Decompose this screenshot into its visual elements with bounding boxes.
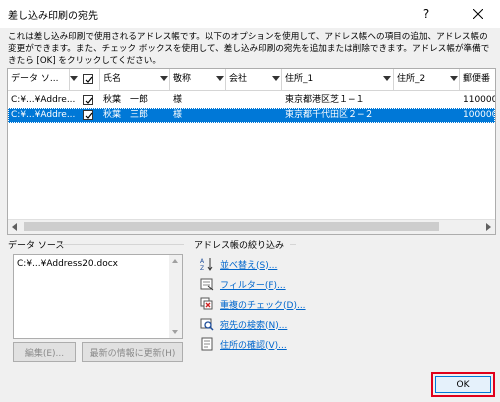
select-all-checkbox[interactable] <box>83 74 93 84</box>
scrollbar-thumb[interactable] <box>24 222 439 231</box>
cell-honorific: 様 <box>173 95 183 105</box>
cell-address1: 東京都港区芝１−１ <box>285 95 365 105</box>
edit-button[interactable]: 編集(E)... <box>13 342 76 362</box>
duplicates-link-row[interactable]: 重複のチェック(D)... <box>200 296 306 312</box>
chevron-down-icon[interactable] <box>70 76 78 81</box>
checkmark-icon <box>85 76 93 83</box>
search-icon <box>200 318 214 331</box>
cell-zip: 110000 <box>463 95 495 105</box>
table-row-selected[interactable]: C:¥...¥Addre... 秋葉 三郎 様 東京都千代田区２−２ 10000… <box>8 108 495 123</box>
chevron-down-icon[interactable] <box>160 76 168 81</box>
instructions-text: これは差し込み印刷で使用されるアドレス帳です。以下のオプションを使用して、アドレ… <box>8 32 490 66</box>
table-row[interactable]: C:¥...¥Addre... 秋葉 一郎 様 東京都港区芝１−１ 110000 <box>8 93 495 108</box>
cell-address2 <box>394 93 460 108</box>
cell-name: 秋葉 一郎 <box>103 95 149 105</box>
duplicate-check-icon <box>200 297 213 310</box>
close-icon <box>473 9 483 19</box>
col-header-address1[interactable]: 住所_1 <box>282 69 394 90</box>
divider <box>290 244 296 245</box>
scroll-down-icon[interactable] <box>172 330 178 334</box>
grid-header: データ ソ... 氏名 敬称 会社 住所_1 住所_2 郵便番 <box>8 69 495 91</box>
refresh-button[interactable]: 最新の情報に更新(H) <box>82 342 183 362</box>
sort-link-row[interactable]: AZ 並べ替え(S)... <box>200 256 277 272</box>
cell-company <box>226 108 282 123</box>
svg-text:Z: Z <box>200 265 204 271</box>
filter-link-row[interactable]: フィルター(F)... <box>200 276 286 292</box>
checkmark-icon <box>85 97 93 104</box>
chevron-down-icon[interactable] <box>383 76 391 81</box>
cell-name: 秋葉 三郎 <box>103 110 149 120</box>
vertical-scrollbar[interactable] <box>169 255 182 338</box>
scroll-right-icon[interactable] <box>486 223 491 231</box>
horizontal-scrollbar[interactable] <box>8 219 495 234</box>
find-recipient-link[interactable]: 宛先の検索(N)... <box>220 318 287 331</box>
col-header-check[interactable] <box>78 69 100 90</box>
help-button[interactable]: ? <box>404 0 448 28</box>
question-icon: ? <box>422 7 430 21</box>
refine-label: アドレス帳の絞り込み <box>194 241 285 251</box>
datasource-label: データ ソース <box>8 241 65 251</box>
sort-link[interactable]: 並べ替え(S)... <box>220 258 277 271</box>
chevron-down-icon[interactable] <box>272 76 280 81</box>
cell-source: C:¥...¥Addre... <box>11 110 76 120</box>
recipient-grid[interactable]: データ ソ... 氏名 敬称 会社 住所_1 住所_2 郵便番 C:¥...¥A… <box>7 68 496 235</box>
title-bar: 差し込み印刷の宛先 ? <box>0 0 500 28</box>
datasource-list[interactable]: C:¥...¥Address20.docx <box>13 254 183 339</box>
scroll-up-icon[interactable] <box>172 259 178 263</box>
filter-link[interactable]: フィルター(F)... <box>220 278 286 291</box>
col-header-zip[interactable]: 郵便番 <box>460 69 495 90</box>
checkmark-icon <box>85 112 93 119</box>
ok-button[interactable]: OK <box>435 376 491 393</box>
chevron-down-icon[interactable] <box>216 76 224 81</box>
cell-address1: 東京都千代田区２−２ <box>285 110 374 120</box>
cell-source: C:¥...¥Addre... <box>11 95 76 105</box>
sort-az-icon: AZ <box>200 258 213 271</box>
scroll-left-icon[interactable] <box>12 223 17 231</box>
validate-address-link[interactable]: 住所の確認(V)... <box>220 338 287 351</box>
validate-address-link-row[interactable]: 住所の確認(V)... <box>200 336 287 352</box>
window-title: 差し込み印刷の宛先 <box>8 11 98 22</box>
col-header-source[interactable]: データ ソ... <box>8 69 70 90</box>
svg-text:A: A <box>200 258 205 265</box>
close-button[interactable] <box>456 0 500 28</box>
row-checkbox[interactable] <box>83 95 93 105</box>
cell-honorific: 様 <box>173 110 183 120</box>
filter-icon <box>200 278 214 291</box>
row-checkbox[interactable] <box>83 110 93 120</box>
cell-company <box>226 93 282 108</box>
find-recipient-link-row[interactable]: 宛先の検索(N)... <box>200 316 287 332</box>
list-item[interactable]: C:¥...¥Address20.docx <box>17 259 118 269</box>
chevron-down-icon[interactable] <box>450 76 458 81</box>
cell-address2 <box>394 108 460 123</box>
address-validate-icon <box>201 337 213 351</box>
divider <box>60 244 184 245</box>
duplicates-link[interactable]: 重複のチェック(D)... <box>220 298 306 311</box>
cell-zip: 100000 <box>463 110 495 120</box>
